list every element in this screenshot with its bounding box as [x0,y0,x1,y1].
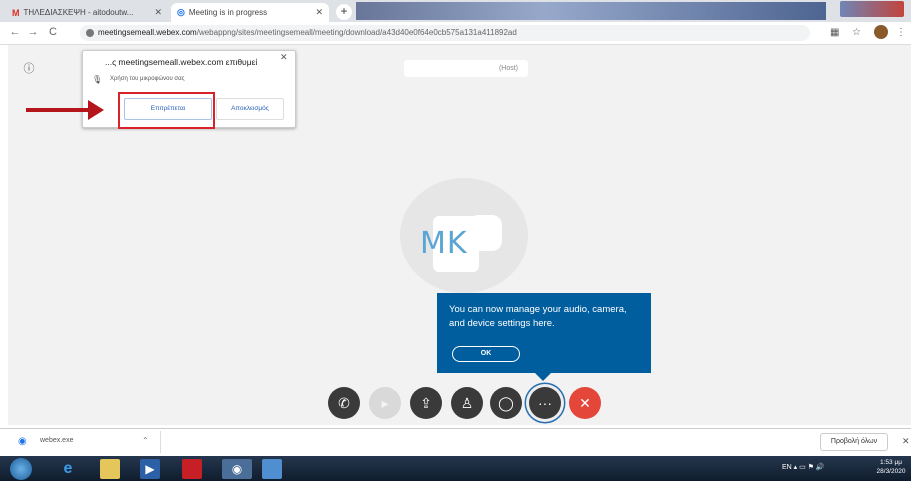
close-icon[interactable]: ✕ [902,436,910,447]
chevron-up-icon[interactable]: ⌃ [142,436,149,445]
chat-icon[interactable]: ◯ [490,387,522,419]
url-host: meetingsemeall.webex.com [98,28,197,37]
translate-icon[interactable]: ▦ [830,27,839,38]
tooltip-text: You can now manage your audio, camera, a… [449,304,627,329]
download-shelf [0,428,911,457]
file-explorer-icon[interactable] [100,459,120,479]
avatar-initials: MK [420,226,468,261]
download-file-icon: ◉ [18,436,27,447]
tab-gmail[interactable]: M ΤΗΛΕΔΙΑΣΚΕΨΗ - aitodoutw... ✕ [6,3,168,22]
arrow-annotation [26,108,90,112]
media-player-icon[interactable]: ▶ [140,459,160,479]
meeting-info-icon[interactable]: ⓘ [20,60,38,78]
forward-icon[interactable]: → [26,25,40,39]
leave-icon[interactable]: ✕ [569,387,601,419]
highlight-box [118,92,215,129]
bookmark-star-icon[interactable]: ☆ [852,27,861,38]
internet-explorer-icon[interactable]: e [58,459,78,479]
divider [160,431,161,453]
clock-date[interactable]: 28/3/2020 [876,468,906,475]
acrobat-icon[interactable] [182,459,202,479]
popup-description: Χρήση του μικροφώνου σας [110,76,185,82]
app-window-icon[interactable] [262,459,282,479]
back-icon[interactable]: ← [8,25,22,39]
reload-icon[interactable]: C [46,25,60,39]
tab-strip-background [356,2,826,20]
microphone-icon: 🎙 [92,75,103,84]
tooltip-ok-button[interactable]: OK [452,346,520,362]
tab-label: ΤΗΛΕΔΙΑΣΚΕΨΗ - aitodoutw... [23,8,134,17]
block-button[interactable]: Αποκλεισμός [216,98,284,120]
url-path: /webappng/sites/meetingsemeall/meeting/d… [196,28,517,37]
webex-icon: ◎ [177,7,185,17]
close-icon[interactable]: ✕ [280,52,288,63]
phone-icon[interactable]: ✆ [328,387,360,419]
tab-webex[interactable]: ◎ Meeting is in progress ✕ [171,3,329,22]
language-indicator[interactable]: EN [782,464,792,471]
tooltip-pointer [535,373,551,381]
chrome-icon[interactable]: ◉ [222,459,252,479]
share-icon[interactable]: ⇪ [410,387,442,419]
new-tab-button[interactable]: + [336,4,352,20]
profile-avatar[interactable] [874,25,888,39]
clock-time[interactable]: 1:53 μμ [876,459,906,466]
participants-icon[interactable]: ♙ [451,387,483,419]
site-info-icon[interactable] [86,29,94,37]
address-bar[interactable]: meetingsemeall.webex.com/webappng/sites/… [80,25,810,41]
gmail-icon: M [12,7,20,18]
tab-label: Meeting is in progress [188,8,268,17]
menu-icon[interactable]: ⋮ [896,27,906,38]
popup-title: ...ς meetingsemeall.webex.com επιθυμεί [105,57,258,67]
video-icon[interactable]: ▸ [369,387,401,419]
arrow-head [88,100,104,120]
close-icon[interactable]: ✕ [154,7,162,18]
window-controls[interactable] [840,1,904,17]
show-all-button[interactable]: Προβολή όλων [820,433,888,451]
windows-taskbar [0,456,911,481]
download-file-name[interactable]: webex.exe [40,437,73,444]
close-icon[interactable]: ✕ [315,7,323,18]
system-tray[interactable]: EN ▴ ▭ ⚑ 🔊 [782,463,825,471]
host-name-badge: (Host) [404,60,528,77]
more-icon[interactable]: ··· [529,387,561,419]
start-button[interactable] [10,458,32,480]
